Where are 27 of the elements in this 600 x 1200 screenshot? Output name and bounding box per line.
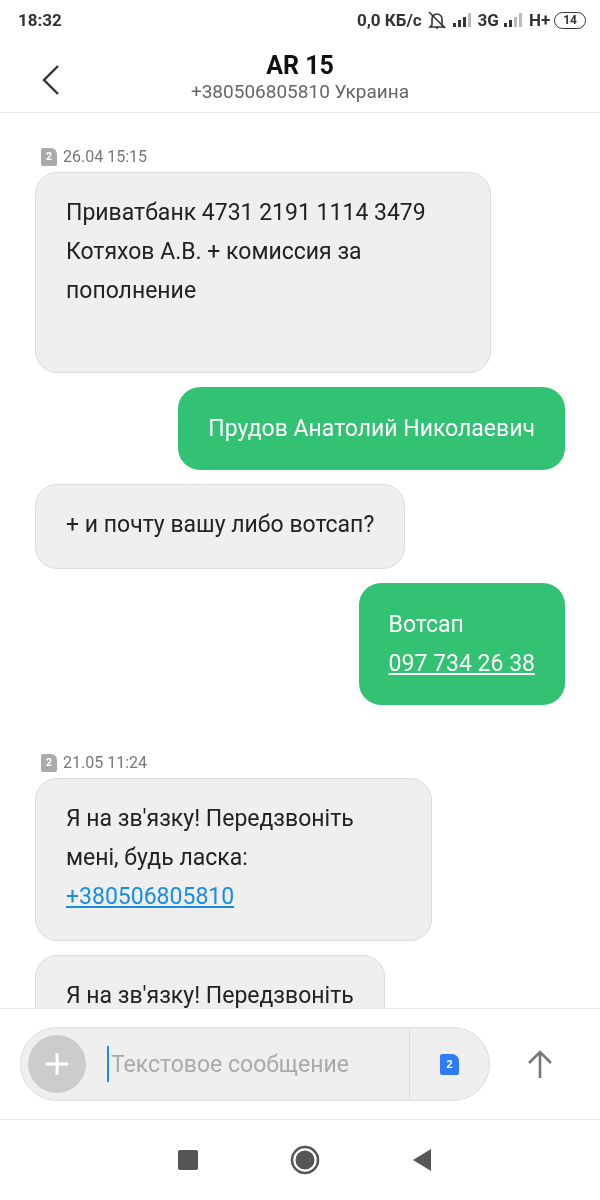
network-type: 3G	[477, 10, 499, 30]
plus-icon	[44, 1051, 70, 1077]
contact-number: +380506805810 Украина	[190, 80, 410, 104]
message-date: 21.05 11:24	[63, 753, 147, 772]
contact-name: AR 15	[266, 52, 334, 80]
signal-icon	[451, 12, 474, 28]
message-input[interactable]: Текстовое сообщение	[107, 1046, 409, 1082]
bell-off-icon	[425, 10, 448, 30]
back-nav-button[interactable]	[412, 1148, 432, 1172]
message-bubble: + и почту вашу либо вотсап?	[35, 484, 406, 569]
message-bubble: Приватбанк 4731 2191 1114 3479 Котяхов А.В. + комиссия за пополнение	[35, 172, 491, 373]
message-bubble: Вотсап 097 734 26 38	[358, 583, 565, 705]
phone-link[interactable]: +380506805810	[66, 883, 235, 910]
sim-select-button[interactable]: 2	[409, 1028, 489, 1100]
message-bubble: Я на зв'язку! Передзвоніть мені, будь ласка: +380506805810	[35, 778, 432, 941]
message-field[interactable]: Текстовое сообщение 2	[20, 1027, 490, 1101]
message-date: 26.04 15:15	[63, 147, 147, 166]
signal-icon	[502, 12, 525, 28]
clock-time: 18:32	[18, 10, 62, 30]
sim-badge: 2	[41, 753, 57, 772]
network-type: H+	[528, 10, 551, 30]
message-bubble: Я на зв'язку! Передзвоніть	[35, 955, 385, 1008]
sim-badge: 2	[41, 147, 57, 166]
home-button[interactable]	[290, 1145, 320, 1175]
network-speed: 0,0 КБ/с	[356, 10, 422, 30]
phone-link[interactable]: 097 734 26 38	[388, 650, 535, 677]
message-bubble: Прудов Анатолий Николаевич	[178, 387, 565, 470]
